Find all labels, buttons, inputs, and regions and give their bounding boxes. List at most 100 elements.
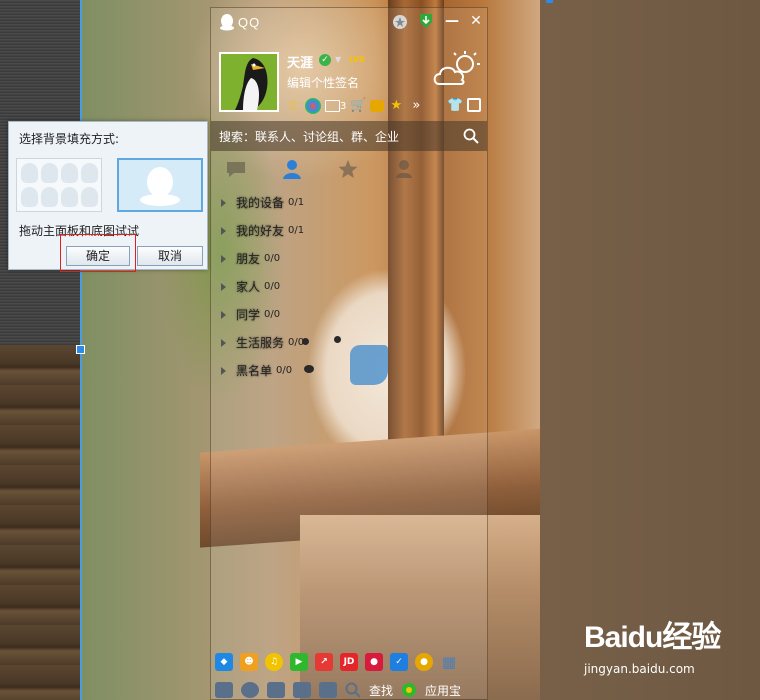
expand-arrow-icon	[221, 283, 226, 291]
colorful-circle-icon[interactable]	[305, 98, 321, 114]
penguin-tile-icon	[41, 163, 58, 183]
game-icon[interactable]: ☻	[240, 653, 258, 671]
close-button[interactable]: ✕	[467, 12, 485, 30]
signature-edit[interactable]: 编辑个性签名	[287, 74, 359, 91]
group-name: 我的好友	[236, 224, 285, 238]
app-manager-icon[interactable]	[319, 682, 337, 698]
contact-group-item[interactable]: 同学 0/0	[211, 301, 487, 329]
penguin-tile-icon	[81, 163, 98, 183]
more-icon[interactable]: »	[408, 98, 424, 114]
music-icon[interactable]: ♫	[265, 653, 283, 671]
appstore-button-label[interactable]: 应用宝	[425, 682, 461, 699]
skin-shirt-icon[interactable]: 👕	[447, 98, 463, 113]
dialog-title: 选择背景填充方式:	[19, 132, 120, 146]
lottery-icon[interactable]: ●	[365, 653, 383, 671]
qq-penguin-icon	[220, 14, 234, 31]
jd-icon[interactable]: JD	[340, 653, 358, 671]
penguin-tile-icon	[61, 187, 78, 207]
tab-groups-icon[interactable]	[393, 158, 415, 180]
penguin-stretch-icon	[140, 167, 180, 206]
expand-arrow-icon	[221, 367, 226, 375]
ok-button[interactable]: 确定	[66, 246, 130, 266]
online-status-icon[interactable]: ✓	[319, 54, 331, 66]
group-count: 0/0	[264, 253, 281, 264]
baidu-jingyan-watermark: Baidu经验 jingyan.baidu.com	[584, 610, 754, 690]
penguin-tile-icon	[41, 187, 58, 207]
nickname[interactable]: 天涯	[287, 52, 313, 71]
main-tabs	[211, 154, 487, 184]
app-launcher-bar: ◆ ☻ ♫ ▶ ↗ JD ● ✓ ● ▦	[215, 653, 485, 675]
pet-icon[interactable]: ●	[415, 653, 433, 671]
resize-handle[interactable]	[546, 0, 553, 3]
penguin-tile-icon	[61, 163, 78, 183]
background-planks	[0, 345, 82, 700]
expand-arrow-icon	[221, 311, 226, 319]
wallet-icon[interactable]	[370, 100, 385, 112]
contact-group-item[interactable]: 朋友 0/0	[211, 245, 487, 273]
appstore-icon[interactable]	[401, 682, 417, 698]
contact-group-item[interactable]: 家人 0/0	[211, 273, 487, 301]
tab-favorites-icon[interactable]	[337, 158, 359, 180]
grid-icon[interactable]: ▦	[440, 653, 458, 671]
medal-icon[interactable]	[391, 12, 409, 30]
search-input[interactable]: 搜索：联系人、讨论组、群、企业	[219, 128, 399, 145]
find-button-label[interactable]: 查找	[369, 682, 393, 699]
tencent-box-icon[interactable]: ◆	[215, 653, 233, 671]
menu-icon[interactable]	[215, 682, 233, 698]
group-count: 0/0	[276, 365, 293, 376]
message-manager-icon[interactable]	[467, 98, 481, 112]
expand-arrow-icon	[221, 255, 226, 263]
group-count: 0/1	[288, 225, 305, 236]
penguin-avatar-icon	[221, 54, 277, 110]
sport-icon[interactable]: ★	[388, 98, 404, 114]
tab-contacts-icon[interactable]	[281, 158, 303, 180]
watermark-url: jingyan.baidu.com	[584, 662, 695, 676]
tab-messages-icon[interactable]	[225, 158, 247, 180]
level-badge[interactable]: LV0	[349, 55, 365, 64]
folder-icon[interactable]	[293, 682, 311, 698]
qq-main-panel: QQ — ✕ 天涯 ✓ ▼ LV0 编辑个性签名 ☆ 3 🛒 ★ » 👕 搜索：…	[210, 7, 488, 700]
group-count: 0/0	[288, 337, 305, 348]
expand-arrow-icon	[221, 199, 226, 207]
mail-icon[interactable]	[325, 100, 340, 112]
cart-icon[interactable]: 🛒	[350, 98, 366, 114]
group-name: 我的设备	[236, 196, 285, 210]
fill-option-stretch[interactable]	[117, 158, 203, 212]
speaker-icon[interactable]	[267, 682, 285, 698]
stock-icon[interactable]: ↗	[315, 653, 333, 671]
group-name: 家人	[236, 280, 261, 294]
wallpaper-right-area	[540, 0, 760, 700]
contact-group-item[interactable]: 黑名单 0/0	[211, 357, 487, 385]
penguin-tile-icon	[21, 187, 38, 207]
background-fill-dialog: 选择背景填充方式: 拖动主面板和底图试试 确定 取消	[8, 121, 208, 272]
video-icon[interactable]: ▶	[290, 653, 308, 671]
expand-arrow-icon	[221, 227, 226, 235]
cancel-button[interactable]: 取消	[137, 246, 203, 266]
title-bar[interactable]: QQ — ✕	[211, 8, 487, 36]
chevron-down-icon[interactable]: ▼	[335, 55, 341, 64]
find-search-icon[interactable]	[345, 682, 361, 698]
group-name: 朋友	[236, 252, 261, 266]
group-name: 黑名单	[236, 364, 273, 378]
group-name: 同学	[236, 308, 261, 322]
search-bar[interactable]: 搜索：联系人、讨论组、群、企业	[211, 121, 487, 151]
fill-option-tile[interactable]	[16, 158, 102, 212]
contact-group-list: 我的设备 0/1 我的好友 0/1 朋友 0/0 家人 0/0 同学 0/0 生活服务 0/…	[211, 189, 487, 385]
window-title: QQ	[238, 15, 261, 30]
search-icon[interactable]	[463, 128, 479, 144]
download-icon[interactable]	[417, 12, 435, 30]
resize-handle[interactable]	[76, 345, 85, 354]
security-icon[interactable]: ✓	[390, 653, 408, 671]
star-icon[interactable]: ☆	[285, 98, 301, 114]
minimize-button[interactable]: —	[443, 12, 461, 30]
contact-group-item[interactable]: 我的好友 0/1	[211, 217, 487, 245]
settings-gear-icon[interactable]	[241, 682, 259, 698]
main-menu-bar: 查找 应用宝	[215, 680, 485, 700]
avatar[interactable]	[219, 52, 279, 112]
profile-icon-row: ☆ 3 🛒 ★ »	[285, 98, 424, 114]
contact-group-item[interactable]: 我的设备 0/1	[211, 189, 487, 217]
contact-group-item[interactable]: 生活服务 0/0	[211, 329, 487, 357]
penguin-tile-icon	[21, 163, 38, 183]
weather-icon[interactable]	[431, 50, 483, 90]
expand-arrow-icon	[221, 339, 226, 347]
